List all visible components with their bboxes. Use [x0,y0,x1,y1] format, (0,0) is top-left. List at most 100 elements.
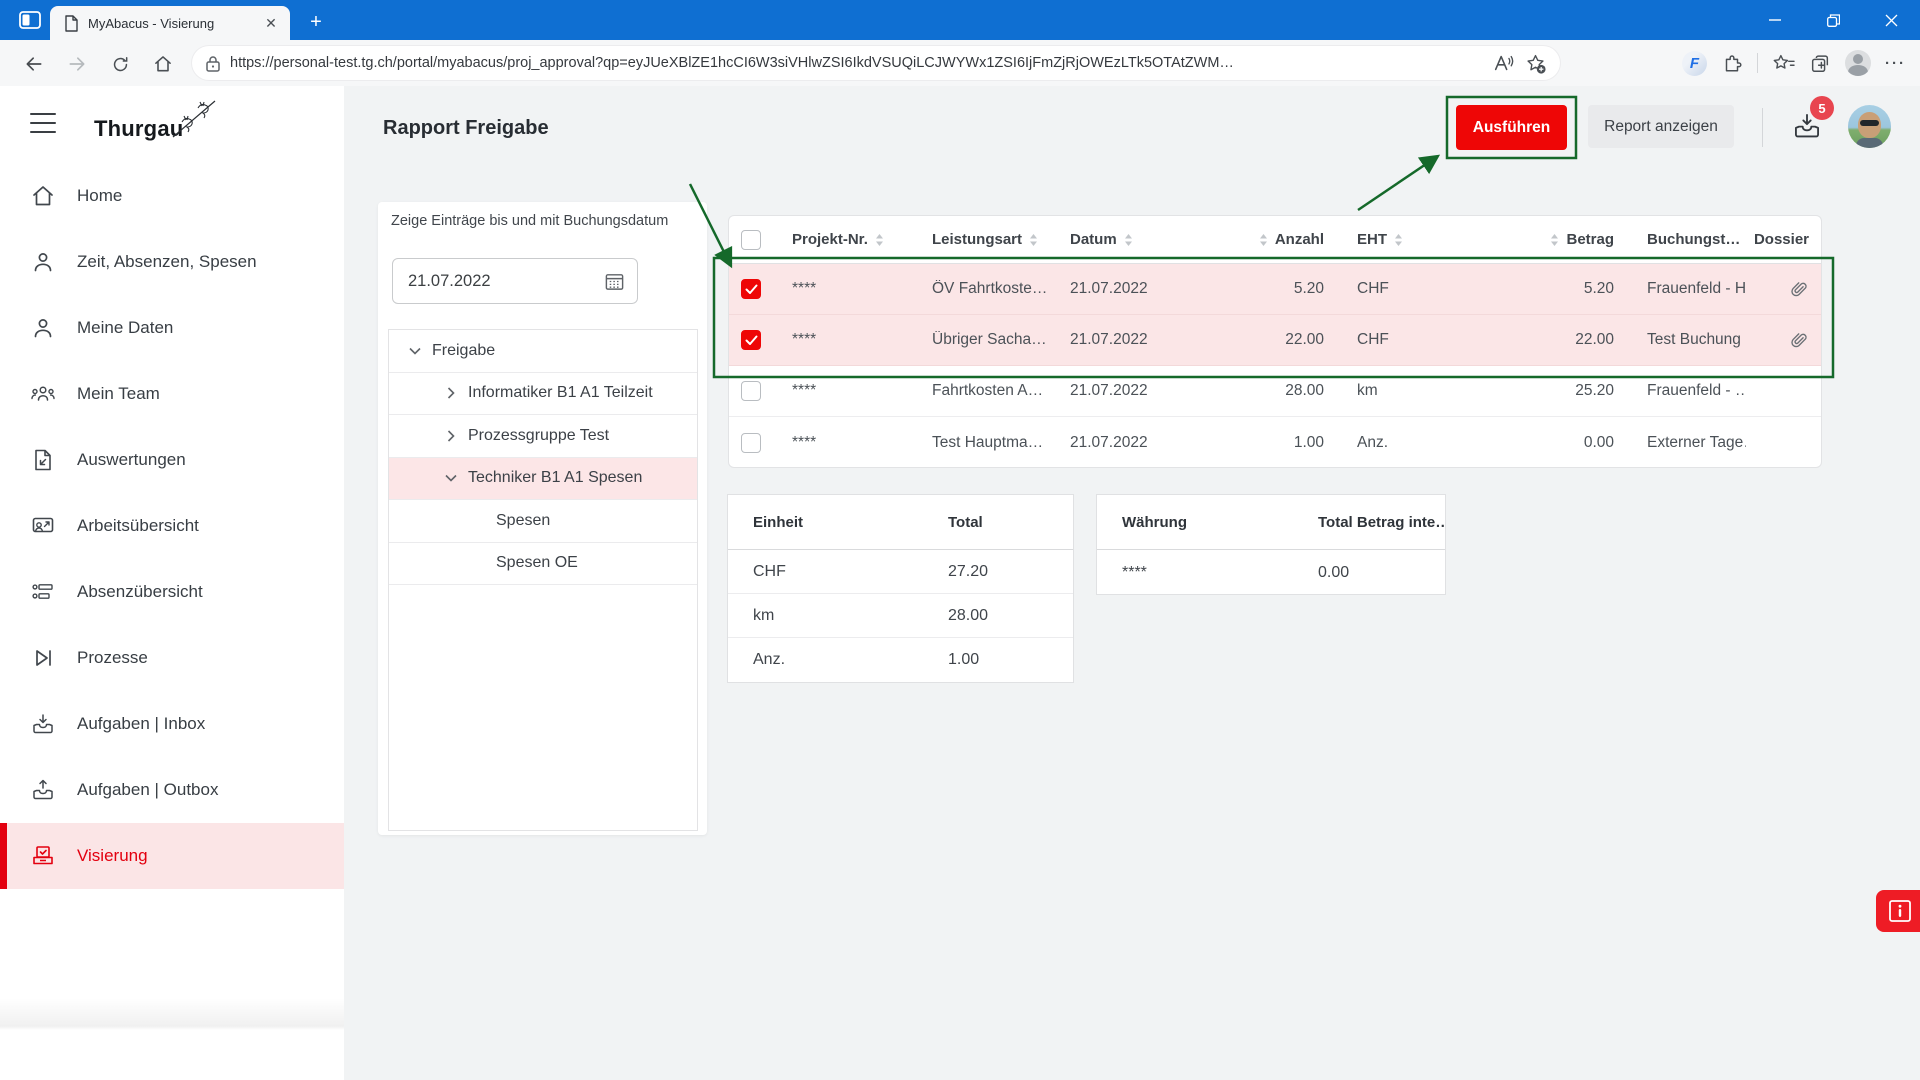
sidebar-item-aufgaben-inbox[interactable]: Aufgaben | Inbox [0,691,344,757]
refresh-button[interactable] [106,50,134,78]
totals-row: Anz. 1.00 [728,638,1073,682]
browser-profile-button[interactable] [1845,50,1871,76]
booking-date-input[interactable]: 21.07.2022 [392,258,638,304]
cell-leistungsart: ÖV Fahrtkoste… [932,280,1048,297]
column-header-projekt[interactable]: Projekt-Nr. [771,231,911,248]
sort-icon[interactable] [1259,233,1268,247]
sort-icon[interactable] [1394,233,1403,247]
total-value: 27.20 [948,562,989,580]
cell-datum: 21.07.2022 [1070,331,1148,348]
cell-eht: Anz. [1357,433,1389,451]
column-header-anzahl[interactable]: Anzahl [1191,231,1336,248]
sidebar-item-mein-team[interactable]: Mein Team [0,361,344,427]
user-avatar[interactable] [1848,105,1891,148]
total-value: 28.00 [948,606,989,624]
inbox-icon [33,714,53,734]
cell-eht: CHF [1357,331,1389,348]
cell-dossier [1746,279,1821,299]
favorites-button[interactable] [1772,53,1795,74]
select-all-checkbox[interactable] [741,229,761,250]
back-button[interactable] [20,50,48,78]
column-header-eht[interactable]: EHT [1336,231,1531,248]
url-bar[interactable]: https://personal-test.tg.ch/portal/myaba… [192,46,1560,80]
window-minimize-button[interactable] [1746,0,1804,40]
back-arrow-icon [26,57,42,71]
favorite-star-button[interactable] [1522,50,1548,76]
new-tab-button[interactable]: + [305,12,327,34]
table-row[interactable]: **** Übriger Sacha… 21.07.2022 22.00 CHF… [729,315,1821,366]
sidebar-item-auswertungen[interactable]: Auswertungen [0,427,344,493]
sidebar-item-arbeitsuebersicht[interactable]: Arbeitsübersicht [0,493,344,559]
settings-menu-button[interactable]: ··· [1885,55,1906,72]
column-header-dossier[interactable]: Dossier [1746,231,1821,248]
sidebar-item-prozesse[interactable]: Prozesse [0,625,344,691]
tree-node-techniker[interactable]: Techniker B1 A1 Spesen [389,457,697,500]
info-button[interactable] [1876,890,1920,932]
row-checkbox-checked[interactable] [741,330,761,350]
cell-dossier [1746,330,1821,350]
sidebar-item-label: Auswertungen [77,450,186,469]
browser-tab[interactable]: MyAbacus - Visierung ✕ [50,6,290,40]
row-checkbox[interactable] [741,381,761,401]
sidebar-item-meine-daten[interactable]: Meine Daten [0,295,344,361]
tree-node-label: Spesen [496,511,551,529]
forward-button[interactable] [63,50,91,78]
paperclip-icon[interactable] [1789,330,1809,350]
sort-icon[interactable] [1550,233,1559,247]
tree-node-label: Informatiker B1 A1 Teilzeit [468,384,653,402]
tree-node-prozessgruppe[interactable]: Prozessgruppe Test [389,415,697,458]
tree-node-spesen[interactable]: Spesen [389,500,697,543]
sort-icon[interactable] [1124,233,1133,247]
approval-tree: Freigabe Informatiker B1 A1 Teilzeit Pro… [388,329,698,831]
table-row[interactable]: **** Fahrtkosten A… 21.07.2022 28.00 km … [729,366,1821,417]
tree-node-informatiker[interactable]: Informatiker B1 A1 Teilzeit [389,373,697,415]
sidebar-item-home[interactable]: Home [0,163,344,229]
tree-node-freigabe[interactable]: Freigabe [389,330,697,373]
column-header-leistungsart[interactable]: Leistungsart [911,231,1049,248]
unit-value: CHF [753,562,786,580]
table-row[interactable]: **** ÖV Fahrtkoste… 21.07.2022 5.20 CHF … [729,264,1821,315]
collections-button[interactable] [1809,52,1831,74]
home-button[interactable] [149,50,177,78]
browser-titlebar: MyAbacus - Visierung ✕ + [0,0,1920,40]
menu-toggle-button[interactable] [30,113,56,133]
column-label: Projekt-Nr. [792,231,868,248]
sidebar-item-absenzuebersicht[interactable]: Absenzübersicht [0,559,344,625]
tab-workspace-button[interactable] [12,6,48,34]
extensions-button[interactable] [1721,52,1743,74]
extension-f-button[interactable]: F [1682,50,1707,76]
sort-icon[interactable] [1029,233,1038,247]
sidebar-item-visierung[interactable]: Visierung [0,823,344,889]
chevron-down-icon [409,347,421,355]
column-label: Dossier [1753,231,1809,248]
sort-icon[interactable] [875,233,884,247]
column-header-datum[interactable]: Datum [1049,231,1191,248]
work-overview-icon [32,517,54,533]
team-icon [31,386,55,401]
row-checkbox-checked[interactable] [741,279,761,299]
window-close-button[interactable] [1862,0,1920,40]
table-row[interactable]: **** Test Hauptma… 21.07.2022 1.00 Anz. … [729,417,1821,468]
sidebar-item-label: Meine Daten [77,318,174,337]
total-value: 0.00 [1318,563,1350,581]
window-restore-button[interactable] [1804,0,1862,40]
paperclip-icon[interactable] [1789,279,1809,299]
tab-close-icon[interactable]: ✕ [262,14,280,32]
sidebar-item-aufgaben-outbox[interactable]: Aufgaben | Outbox [0,757,344,823]
person-icon [34,253,52,272]
sidebar-item-label: Zeit, Absenzen, Spesen [77,252,257,271]
tree-node-spesen-oe[interactable]: Spesen OE [389,543,697,585]
date-filter-label: Zeige Einträge bis und mit Buchungsdatum [391,213,669,229]
sidebar-item-label: Home [77,186,123,205]
show-report-button[interactable]: Report anzeigen [1588,105,1734,148]
sidebar-item-label: Arbeitsübersicht [77,516,199,535]
execute-button[interactable]: Ausführen [1456,105,1567,150]
column-header-betrag[interactable]: Betrag [1531,231,1626,248]
read-aloud-button[interactable] [1490,50,1516,76]
column-header-buchungstext[interactable]: Buchungst… [1626,231,1746,248]
sort-icon[interactable] [1746,233,1747,247]
row-checkbox[interactable] [741,432,761,453]
home-icon [155,56,171,72]
sidebar-item-zeit-absenzen-spesen[interactable]: Zeit, Absenzen, Spesen [0,229,344,295]
calendar-icon[interactable] [604,271,625,292]
